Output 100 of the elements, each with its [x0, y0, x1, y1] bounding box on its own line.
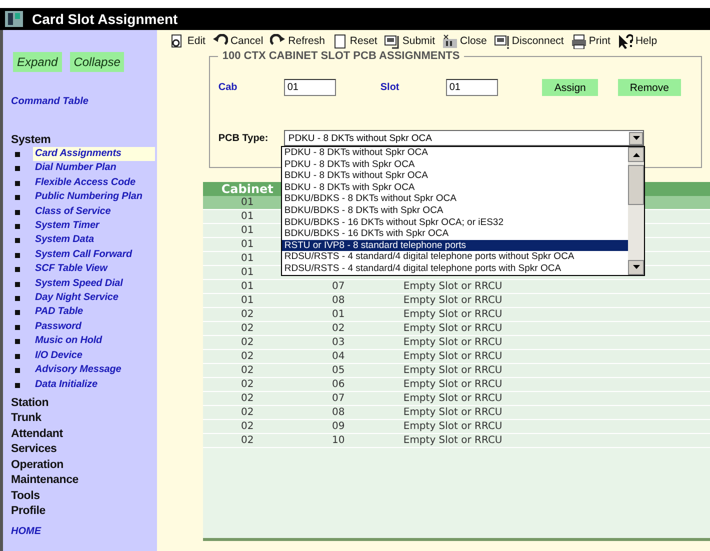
- sidebar-section[interactable]: Operation: [11, 458, 158, 474]
- sidebar-button[interactable]: Collapse: [70, 52, 124, 72]
- toolbar-button[interactable]: Reset: [332, 34, 378, 48]
- sidebar-item[interactable]: Music on Hold: [33, 334, 155, 349]
- bullet-icon: [15, 368, 20, 374]
- table-cell-text: 03: [331, 337, 346, 348]
- form-button[interactable]: Remove: [618, 79, 681, 96]
- table-row[interactable]: 01 08 Empty Slot or RRCU: [203, 294, 710, 308]
- input-field[interactable]: 01: [284, 79, 336, 96]
- blank-page-icon: [332, 34, 348, 48]
- bullet-icon: [15, 354, 20, 359]
- sidebar-item[interactable]: PAD Table: [33, 305, 155, 320]
- table-cell-text: 09: [331, 421, 346, 432]
- sidebar-item[interactable]: Data Initialize: [33, 378, 155, 392]
- toolbar-button[interactable]: Submit: [384, 34, 436, 48]
- scrollbar[interactable]: [628, 147, 644, 275]
- field-label: Cab: [218, 82, 238, 93]
- dropdown-option[interactable]: PDKU - 8 DKTs without Spkr OCA: [282, 147, 628, 159]
- toolbar-button[interactable]: Edit: [169, 34, 206, 48]
- table-cell-text: 10: [331, 435, 346, 446]
- command-table-link[interactable]: Command Table: [11, 96, 158, 107]
- table-row[interactable]: 01 07 Empty Slot or RRCU: [203, 280, 710, 294]
- toolbar-button[interactable]: Disconnect: [494, 34, 564, 48]
- table-cell: Empty Slot or RRCU: [403, 435, 502, 446]
- dropdown-option[interactable]: BDKU/BDKS - 8 DKTs without Spkr OCA: [282, 193, 628, 205]
- sidebar-item[interactable]: System Data: [33, 233, 155, 248]
- sidebar-section[interactable]: System: [11, 133, 158, 147]
- table-cell-text: 08: [331, 295, 346, 306]
- sidebar-item[interactable]: Dial Number Plan: [33, 161, 155, 176]
- sidebar-item[interactable]: System Speed Dial: [33, 276, 155, 292]
- form-button[interactable]: Assign: [542, 79, 598, 96]
- table-cell-text: 02: [240, 351, 255, 362]
- computer-icon: [494, 34, 510, 48]
- sidebar-section[interactable]: Tools: [11, 488, 158, 504]
- sidebar-item[interactable]: System Timer: [33, 219, 155, 234]
- dropdown-option[interactable]: RDSU/RSTS - 4 standard/4 digital telephone ports with Spkr OCA: [282, 262, 628, 275]
- sidebar-item[interactable]: Day Night Service: [33, 291, 155, 306]
- toolbar-button[interactable]: Cancel: [212, 34, 264, 48]
- table-row[interactable]: 02 03 Empty Slot or RRCU: [203, 336, 710, 350]
- computer-icon: [384, 34, 400, 48]
- sidebar-item[interactable]: Advisory Message: [33, 363, 155, 378]
- table-row[interactable]: 02 07 Empty Slot or RRCU: [203, 392, 710, 406]
- sidebar-item[interactable]: Password: [33, 320, 155, 334]
- table-cell-text: 04: [331, 351, 346, 362]
- dropdown-field[interactable]: PDKU - 8 DKTs without Spkr OCA: [284, 130, 644, 146]
- dropdown-option[interactable]: RSTU or IVP8 - 8 standard telephone ports: [282, 240, 628, 252]
- sidebar-button[interactable]: Expand: [13, 52, 62, 72]
- sidebar-section[interactable]: Trunk: [11, 411, 158, 427]
- dropdown-option[interactable]: BDKU/BDKS - 16 DKTs with Spkr OCA: [282, 228, 628, 240]
- sidebar-item[interactable]: I/O Device: [33, 348, 155, 364]
- table-cell-text: 07: [331, 281, 346, 292]
- printer-icon: [570, 34, 587, 48]
- sidebar-section[interactable]: Services: [11, 442, 158, 458]
- sidebar-item[interactable]: Card Assignments: [33, 147, 155, 162]
- toolbar-button[interactable]: Print: [570, 34, 610, 48]
- toolbar-button[interactable]: Close: [442, 34, 487, 48]
- table-cell-text: 02: [240, 309, 255, 320]
- toolbar-button[interactable]: Refresh: [270, 34, 325, 48]
- table-cell: Empty Slot or RRCU: [403, 351, 502, 362]
- sidebar-section[interactable]: Station: [11, 396, 158, 412]
- table-row[interactable]: 02 05 Empty Slot or RRCU: [203, 364, 710, 378]
- dropdown-option[interactable]: PDKU - 8 DKTs with Spkr OCA: [282, 158, 628, 170]
- dropdown-option[interactable]: BDKU/BDKS - 8 DKTs with Spkr OCA: [282, 204, 628, 217]
- table-row[interactable]: 02 02 Empty Slot or RRCU: [203, 322, 710, 336]
- table-row[interactable]: 02 06 Empty Slot or RRCU: [203, 378, 710, 392]
- dropdown-option[interactable]: BDKU/BDKS - 16 DKTs without Spkr OCA; or iES32: [282, 216, 628, 228]
- table-cell-text: 01: [240, 295, 255, 306]
- sidebar-section[interactable]: Attendant: [11, 426, 158, 442]
- dropdown-option[interactable]: BDKU - 8 DKTs with Spkr OCA: [282, 182, 628, 194]
- bullet-icon: [15, 180, 20, 186]
- table-row[interactable]: 02 10 Empty Slot or RRCU: [203, 434, 710, 448]
- toolbar-button[interactable]: Help: [617, 34, 658, 48]
- panel-title: 100 CTX CABINET SLOT PCB ASSIGNMENTS: [218, 50, 464, 62]
- dropdown-option[interactable]: RDSU/RSTS - 4 standard/4 digital telephone ports without Spkr OCA: [282, 251, 628, 263]
- table-row[interactable]: 02 08 Empty Slot or RRCU: [203, 406, 710, 420]
- home-link[interactable]: HOME: [11, 526, 158, 537]
- sidebar-item[interactable]: System Call Forward: [33, 248, 155, 262]
- sidebar-section[interactable]: Maintenance: [11, 473, 158, 489]
- sidebar-section[interactable]: Profile: [11, 504, 158, 520]
- sidebar-item[interactable]: Class of Service: [33, 204, 155, 220]
- table-cell-text: 02: [240, 407, 255, 418]
- bullet-icon: [15, 310, 20, 316]
- table-row[interactable]: 02 01 Empty Slot or RRCU: [203, 308, 710, 322]
- bullet-icon: [15, 195, 20, 200]
- sidebar-item[interactable]: Flexible Access Code: [33, 176, 155, 190]
- sidebar-item[interactable]: SCF Table View: [33, 262, 155, 277]
- dropdown-option[interactable]: BDKU - 8 DKTs without Spkr OCA: [282, 170, 628, 182]
- table-cell-text: 05: [331, 365, 346, 376]
- table-row[interactable]: 02 09 Empty Slot or RRCU: [203, 420, 710, 434]
- table-row[interactable]: 02 04 Empty Slot or RRCU: [203, 350, 710, 364]
- table-cell-text: 02: [240, 337, 255, 348]
- grid-icon: [442, 34, 458, 48]
- sidebar-item[interactable]: Public Numbering Plan: [33, 190, 155, 205]
- bullet-icon: [15, 252, 20, 258]
- bullet-icon: [15, 324, 20, 330]
- input-field[interactable]: 01: [446, 79, 498, 96]
- table-cell: Empty Slot or RRCU: [403, 421, 502, 432]
- table-cell-text: 08: [331, 407, 346, 418]
- table-cell: Empty Slot or RRCU: [403, 337, 502, 348]
- table-cell-text: 01: [240, 281, 255, 292]
